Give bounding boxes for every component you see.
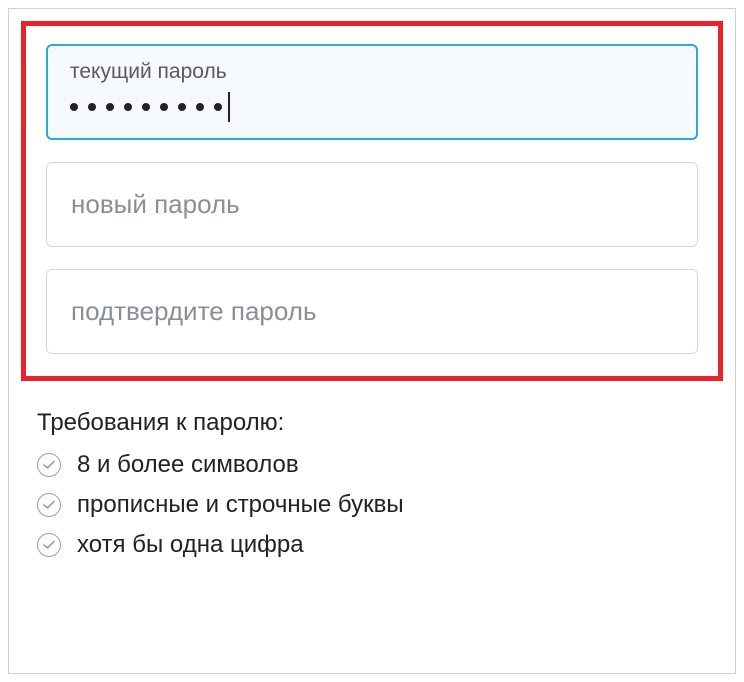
requirement-text: прописные и строчные буквы (77, 491, 404, 519)
check-circle-icon (37, 453, 61, 477)
password-dot (214, 103, 222, 111)
password-dot (196, 103, 204, 111)
password-dot (124, 103, 132, 111)
check-circle-icon (37, 493, 61, 517)
requirement-item: 8 и более символов (37, 451, 707, 479)
password-dot (88, 103, 96, 111)
text-caret (228, 92, 230, 122)
current-password-field[interactable]: текущий пароль (46, 44, 698, 140)
current-password-value (70, 92, 674, 122)
requirement-text: 8 и более символов (77, 451, 299, 479)
requirement-item: хотя бы одна цифра (37, 531, 707, 559)
confirm-password-placeholder: подтвердите пароль (71, 296, 673, 327)
password-dot (106, 103, 114, 111)
new-password-placeholder: новый пароль (71, 189, 673, 220)
requirement-text: хотя бы одна цифра (77, 531, 304, 559)
password-change-form: текущий пароль новый пароль подтвердите … (8, 8, 736, 674)
requirement-item: прописные и строчные буквы (37, 491, 707, 519)
password-dot (178, 103, 186, 111)
fields-highlight-frame: текущий пароль новый пароль подтвердите … (21, 21, 723, 381)
password-requirements: Требования к паролю: 8 и более символов … (9, 393, 735, 581)
confirm-password-field[interactable]: подтвердите пароль (46, 269, 698, 354)
current-password-label: текущий пароль (70, 60, 674, 84)
check-circle-icon (37, 533, 61, 557)
new-password-field[interactable]: новый пароль (46, 162, 698, 247)
password-dot (70, 103, 78, 111)
requirements-title: Требования к паролю: (37, 409, 707, 437)
password-dot (160, 103, 168, 111)
password-dot (142, 103, 150, 111)
